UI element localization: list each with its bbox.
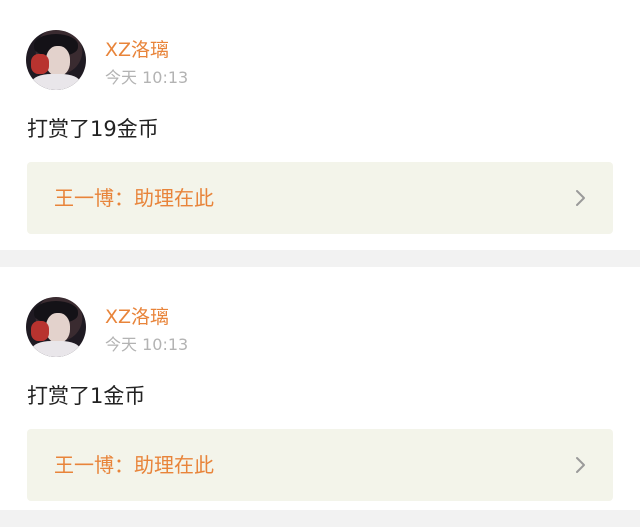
reward-message: 打赏了19金币 bbox=[27, 117, 159, 141]
chevron-right-icon bbox=[576, 457, 585, 473]
avatar[interactable] bbox=[26, 297, 86, 357]
chevron-right-icon bbox=[576, 190, 585, 206]
reward-message: 打赏了1金币 bbox=[27, 384, 146, 408]
post-time: 今天 10:13 bbox=[105, 68, 189, 87]
linked-post-title: 王一博：助理在此 bbox=[54, 186, 214, 210]
linked-post-card[interactable]: 王一博：助理在此 bbox=[27, 162, 613, 234]
reward-post: XZ洛璃 今天 10:13 打赏了19金币 王一博：助理在此 bbox=[0, 0, 640, 250]
reward-feed: XZ洛璃 今天 10:13 打赏了19金币 王一博：助理在此 XZ洛璃 今天 1… bbox=[0, 0, 640, 510]
username[interactable]: XZ洛璃 bbox=[105, 305, 169, 329]
avatar[interactable] bbox=[26, 30, 86, 90]
linked-post-title: 王一博：助理在此 bbox=[54, 453, 214, 477]
reward-post: XZ洛璃 今天 10:13 打赏了1金币 王一博：助理在此 bbox=[0, 267, 640, 510]
linked-post-card[interactable]: 王一博：助理在此 bbox=[27, 429, 613, 501]
username[interactable]: XZ洛璃 bbox=[105, 38, 169, 62]
post-time: 今天 10:13 bbox=[105, 335, 189, 354]
